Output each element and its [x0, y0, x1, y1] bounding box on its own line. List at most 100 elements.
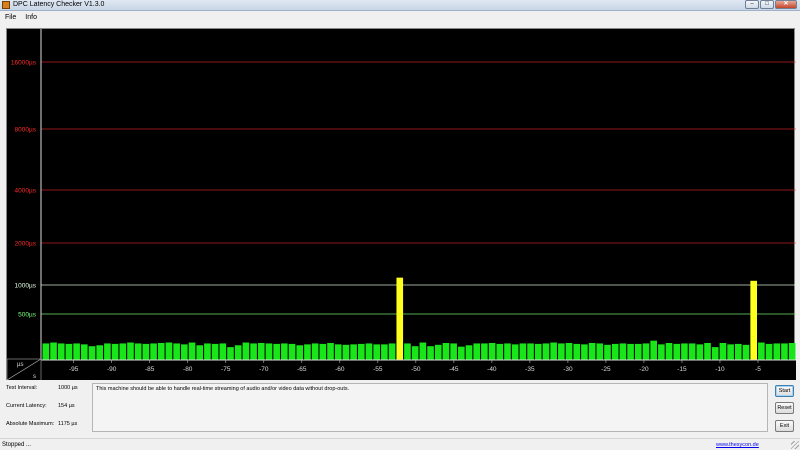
chart-bar	[719, 342, 727, 360]
close-icon[interactable]: ✕	[775, 0, 797, 9]
y-tick-label: 2000µs	[15, 241, 37, 248]
chart-bar	[665, 342, 673, 360]
chart-bar	[211, 343, 219, 360]
chart-bar	[496, 343, 504, 360]
chart-bar	[573, 343, 581, 360]
chart-bar	[250, 343, 257, 360]
window-controls: – □ ✕	[744, 0, 797, 9]
chart-bar	[350, 344, 357, 360]
chart-bar	[565, 342, 573, 360]
chart-bar	[242, 342, 250, 360]
app-window: DPC Latency Checker V1.3.0 – □ ✕ File In…	[0, 0, 800, 450]
x-tick-label: -75	[221, 366, 231, 373]
chart-bar	[88, 346, 96, 360]
absolute-maximum-label: Absolute Maximum:	[6, 421, 55, 427]
y-tick-label: 16000µs	[11, 60, 37, 67]
chart-bar	[281, 343, 288, 360]
chart-bar	[196, 345, 204, 360]
chart-bar	[411, 346, 419, 360]
chart-bar	[104, 343, 111, 360]
chart-bar	[627, 343, 634, 360]
x-tick-label: -5	[755, 366, 761, 373]
current-latency-value: 154 µs	[58, 403, 75, 409]
x-tick-label: -20	[639, 366, 649, 373]
x-tick-label: -80	[183, 366, 193, 373]
x-tick-label: -65	[297, 366, 307, 373]
chart-bar	[181, 344, 188, 360]
latency-chart: 16000µs 8000µs 4000µs 2000µs 1000µs 500µs -95 -…	[6, 28, 796, 381]
minimize-icon[interactable]: –	[745, 0, 759, 9]
chart-bar	[50, 342, 57, 360]
chart-bar	[427, 346, 434, 360]
x-tick-label: -25	[601, 366, 611, 373]
status-text: Stopped ...	[2, 442, 32, 448]
chart-bar	[119, 343, 127, 360]
chart-bar	[611, 343, 619, 360]
chart-bar	[296, 345, 304, 360]
maximize-icon[interactable]: □	[760, 0, 774, 9]
chart-bar	[550, 342, 557, 360]
y-unit-label: µs	[17, 362, 23, 368]
chart-bar	[596, 343, 604, 360]
chart-bar	[342, 344, 350, 360]
reset-button[interactable]: Reset	[775, 402, 794, 414]
chart-bar	[357, 343, 365, 360]
start-button[interactable]: Start	[775, 385, 794, 397]
chart-bar	[334, 344, 342, 360]
chart-bar	[234, 345, 242, 360]
chart-bar	[765, 343, 773, 360]
test-interval-value: 1000 µs	[58, 385, 78, 391]
chart-bar	[319, 343, 327, 360]
chart-bar	[311, 343, 319, 360]
chart-bar	[488, 342, 496, 360]
chart-bar	[265, 343, 273, 360]
x-tick-label: -85	[145, 366, 155, 373]
chart-bar	[165, 342, 173, 360]
chart-bar	[727, 344, 734, 360]
chart-bar	[219, 343, 227, 360]
y-tick-label: 4000µs	[15, 188, 37, 195]
chart-bar	[388, 343, 396, 360]
chart-bar	[519, 343, 527, 360]
chart-bar	[111, 343, 119, 360]
chart-bar	[465, 345, 473, 360]
chart-bar	[696, 344, 704, 360]
absolute-maximum-value: 1175 µs	[58, 421, 78, 427]
x-tick-label: -55	[373, 366, 383, 373]
chart-bar	[758, 342, 765, 360]
x-tick-label: -90	[107, 366, 117, 373]
website-link[interactable]: www.thesycon.de	[716, 440, 759, 450]
chart-bar	[511, 344, 519, 360]
chart-bar	[450, 343, 457, 360]
chart-bar	[419, 342, 427, 360]
chart-bar	[634, 343, 642, 360]
chart-bar	[558, 343, 565, 360]
menu-file[interactable]: File	[0, 12, 20, 23]
chart-bar	[434, 344, 442, 360]
app-icon	[2, 1, 10, 9]
chart-bar	[788, 342, 796, 360]
info-panel: Test Interval: 1000 µs Current Latency: …	[0, 380, 800, 436]
chart-bar	[619, 343, 627, 360]
chart-bar	[781, 343, 788, 360]
latency-chart-svg: 16000µs 8000µs 4000µs 2000µs 1000µs 500µs -95 -…	[7, 29, 796, 381]
chart-bar	[527, 343, 534, 360]
x-tick-label: -50	[411, 366, 421, 373]
chart-bar	[673, 343, 681, 360]
chart-bar	[481, 343, 488, 360]
menu-info[interactable]: Info	[20, 12, 41, 23]
chart-bar	[704, 342, 711, 360]
chart-bar	[534, 343, 542, 360]
menu-bar: File Info	[0, 12, 800, 23]
x-tick-label: -95	[69, 366, 79, 373]
result-message: This machine should be able to handle re…	[92, 383, 768, 432]
chart-bar	[504, 343, 511, 360]
exit-button[interactable]: Exit	[775, 420, 794, 432]
x-tick-label: -10	[715, 366, 725, 373]
chart-bar	[42, 343, 50, 360]
resize-grip-icon[interactable]	[791, 441, 799, 449]
chart-bar	[473, 343, 481, 360]
chart-bar	[604, 344, 611, 360]
chart-bar	[742, 344, 750, 360]
y-tick-label: 8000µs	[15, 127, 37, 134]
